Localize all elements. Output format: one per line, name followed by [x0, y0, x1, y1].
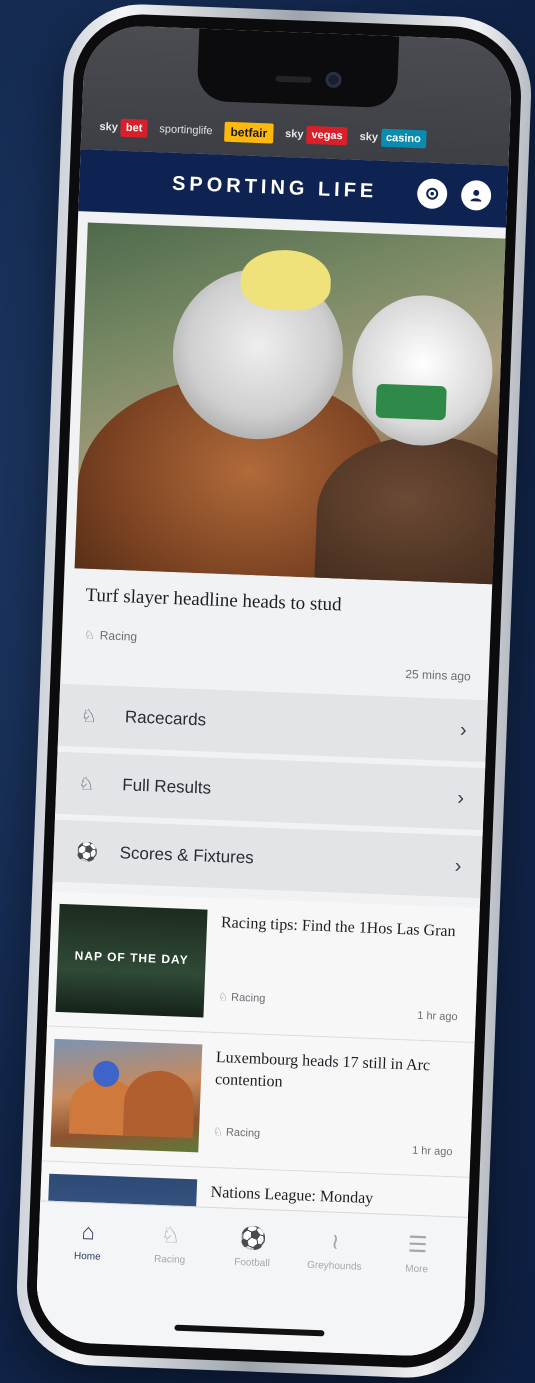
speaker-icon [275, 75, 312, 83]
horse-shape [122, 1069, 196, 1139]
menu-item-label: Scores & Fixtures [119, 843, 255, 868]
casino-tag: casino [380, 128, 427, 149]
horse-head-icon: ♘ [160, 1222, 181, 1248]
brand-sky-casino[interactable]: sky casino [359, 128, 427, 149]
list-item[interactable]: Luxembourg heads 17 still in Arc content… [41, 1026, 475, 1178]
article-tag-label: Racing [225, 1126, 261, 1140]
football-icon: ⚽ [238, 1225, 268, 1252]
menu-item-label: Racecards [124, 707, 207, 730]
tab-racing[interactable]: ♘ Racing [134, 1221, 206, 1267]
tab-label: Football [233, 1256, 270, 1270]
brand-sky-bet[interactable]: sky bet [99, 118, 148, 138]
bet-tag: bet [120, 118, 148, 138]
horse-head-icon: ♘ [80, 705, 98, 726]
article-title: Racing tips: Find the 1Hos Las Gran [220, 914, 456, 941]
horse-head-icon: ♘ [217, 991, 232, 1004]
article-tag: ♘ Racing [213, 1125, 261, 1140]
more-icon: ☰ [407, 1231, 428, 1258]
tab-more[interactable]: ☰ More [381, 1231, 453, 1277]
sky-label: sky [99, 120, 119, 134]
article-thumbnail: NAP OF THE DAY [55, 903, 208, 1018]
football-icon: ⚽ [75, 841, 99, 862]
tab-label: Racing [153, 1253, 186, 1267]
sky-label: sky [284, 128, 304, 141]
settings-icon[interactable] [416, 178, 448, 210]
chevron-right-icon: › [454, 854, 462, 877]
article-time: 1 hr ago [411, 1144, 453, 1159]
vegas-tag: vegas [306, 125, 349, 146]
article-thumbnail [50, 1038, 203, 1153]
article-time: 1 hr ago [417, 1009, 458, 1024]
status-area: sky bet sportinglife betfair sky vegas s… [80, 24, 514, 166]
article-title: Luxembourg heads 17 still in Arc content… [214, 1049, 431, 1091]
horse-head-icon: ♘ [83, 627, 96, 643]
tab-label: Home [73, 1250, 101, 1263]
account-icon-svg [470, 189, 482, 202]
brand-sportinglife[interactable]: sportinglife [159, 123, 213, 137]
article-tag-label: Racing [230, 991, 266, 1005]
brand-betfair[interactable]: betfair [224, 121, 274, 144]
phone-device: sky bet sportinglife betfair sky vegas s… [14, 1, 534, 1381]
brand-sky-vegas[interactable]: sky vegas [284, 125, 349, 146]
jockey-shape [349, 292, 496, 449]
thumbnail-caption: NAP OF THE DAY [74, 948, 189, 967]
sporting-life-logo[interactable]: SPORTING LIFE [172, 172, 378, 203]
tab-label: More [405, 1263, 429, 1276]
app-screen: sky bet sportinglife betfair sky vegas s… [34, 24, 514, 1358]
bottom-tab-bar: ⌂ Home ♘ Racing ⚽ Football ≀ Greyhounds … [34, 1200, 468, 1358]
hero-image[interactable] [74, 222, 514, 585]
chevron-right-icon: › [456, 786, 465, 809]
hero-tag-label: Racing [99, 628, 138, 644]
hero-tag: ♘ Racing [84, 628, 138, 644]
tab-label: Greyhounds [306, 1259, 362, 1273]
jockey-cap-shape [239, 248, 332, 312]
tab-greyhounds[interactable]: ≀ Greyhounds [299, 1227, 371, 1273]
settings-icon-svg [426, 187, 439, 200]
greyhound-icon: ≀ [330, 1228, 340, 1254]
tab-football[interactable]: ⚽ Football [217, 1224, 289, 1270]
sky-label: sky [359, 130, 379, 144]
camera-icon [325, 71, 342, 89]
horse-head-icon: ♘ [77, 773, 95, 794]
list-item[interactable]: NAP OF THE DAY Racing tips: Find the 1Ho… [46, 891, 480, 1043]
home-icon: ⌂ [81, 1219, 96, 1245]
chevron-right-icon: › [459, 718, 468, 741]
hero-headline[interactable]: Turf slayer headline heads to stud [85, 585, 506, 623]
menu-item-label: Full Results [121, 775, 212, 798]
tab-home[interactable]: ⌂ Home [52, 1218, 124, 1264]
quick-links-menu: ♘ Racecards › ♘ Full Results › ⚽ Scores … [52, 683, 488, 905]
home-indicator[interactable] [174, 1324, 325, 1337]
article-tag: ♘ Racing [218, 990, 266, 1005]
horse-head-icon: ♘ [212, 1125, 227, 1139]
notch [196, 28, 400, 109]
hero-time: 25 mins ago [405, 667, 471, 684]
jockey-silk-shape [375, 383, 447, 421]
account-icon[interactable] [460, 179, 492, 211]
